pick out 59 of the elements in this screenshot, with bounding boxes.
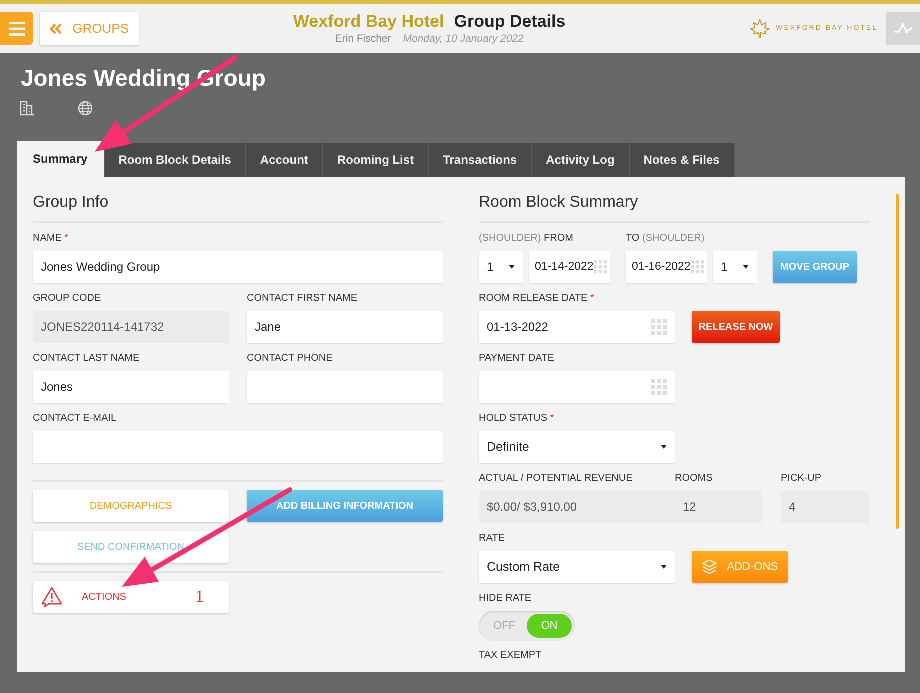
field-label: ROOM RELEASE DATE * — [479, 292, 596, 305]
field-label: TAX EXEMPT — [479, 649, 543, 662]
tab[interactable]: Transactions — [429, 143, 532, 177]
building-icon — [20, 101, 34, 116]
text-field[interactable] — [247, 371, 443, 403]
hold-status-select[interactable]: Definite — [479, 431, 675, 463]
layers-icon — [702, 559, 718, 575]
tab[interactable]: Notes & Files — [630, 143, 735, 177]
field-label: CONTACT E-MAIL — [33, 412, 118, 425]
calendar-icon — [651, 379, 667, 395]
field-label: NAME * — [33, 232, 70, 245]
section-title: Group Info — [33, 193, 110, 213]
field-label: PAYMENT DATE — [479, 352, 556, 365]
globe-icon — [78, 101, 93, 116]
text-field[interactable]: Jane — [247, 311, 443, 343]
user-name: Erin Fischer — [335, 33, 392, 45]
field-label: CONTACT PHONE — [247, 352, 334, 365]
menu-icon — [8, 22, 24, 36]
section-title: Room Block Summary — [479, 193, 640, 213]
shoulder-select[interactable]: 1 — [713, 251, 757, 283]
scrollbar[interactable] — [896, 194, 899, 529]
calendar-icon — [690, 259, 704, 275]
field-label: (SHOULDER) FROM — [479, 232, 574, 245]
name-field[interactable]: Jones Wedding Group — [33, 251, 443, 283]
date-field[interactable] — [479, 371, 675, 403]
text-field[interactable]: Jones — [33, 371, 229, 403]
tab[interactable]: Rooming List — [323, 143, 430, 177]
email-field[interactable] — [33, 431, 443, 463]
hotel-name: Wexford Bay Hotel — [293, 12, 444, 32]
line-graph-icon — [893, 22, 913, 34]
double-chevron-left-icon — [50, 22, 63, 34]
field-label: CONTACT FIRST NAME — [247, 292, 359, 305]
activity-button[interactable] — [886, 12, 920, 45]
release-now-button[interactable]: RELEASE NOW — [692, 311, 780, 343]
field-label: HOLD STATUS * — [479, 412, 556, 425]
field-label: GROUP CODE — [33, 292, 102, 305]
shoulder-select[interactable]: 1 — [479, 251, 523, 283]
current-date: Monday, 10 January 2022 — [403, 33, 524, 45]
field-label: CONTACT LAST NAME — [33, 352, 141, 365]
rate-select[interactable]: Custom Rate — [479, 551, 675, 583]
tab[interactable]: Account — [246, 143, 324, 177]
menu-button[interactable] — [0, 12, 33, 45]
date-field[interactable]: 01-13-2022 — [479, 311, 675, 343]
field-label: RATE — [479, 532, 506, 545]
field-label: ROOMS — [675, 472, 714, 485]
calendar-icon — [651, 319, 667, 335]
tab[interactable]: Room Block Details — [104, 143, 246, 177]
tab[interactable]: Summary — [17, 141, 105, 177]
warning-icon — [41, 586, 63, 608]
date-field[interactable]: 01-16-2022 — [626, 251, 707, 283]
field-label: ACTUAL / POTENTIAL REVENUE — [479, 472, 634, 485]
calendar-icon — [594, 259, 607, 275]
field-label: HIDE RATE — [479, 592, 533, 605]
actions-button[interactable]: ACTIONS 1 — [33, 581, 229, 613]
date-field[interactable]: 01-14-2022 — [529, 251, 610, 283]
tab[interactable]: Activity Log — [532, 143, 630, 177]
page-title: Group Details — [454, 12, 566, 32]
field-label: TO (SHOULDER) — [626, 232, 705, 245]
field-label: PICK-UP — [781, 472, 823, 485]
